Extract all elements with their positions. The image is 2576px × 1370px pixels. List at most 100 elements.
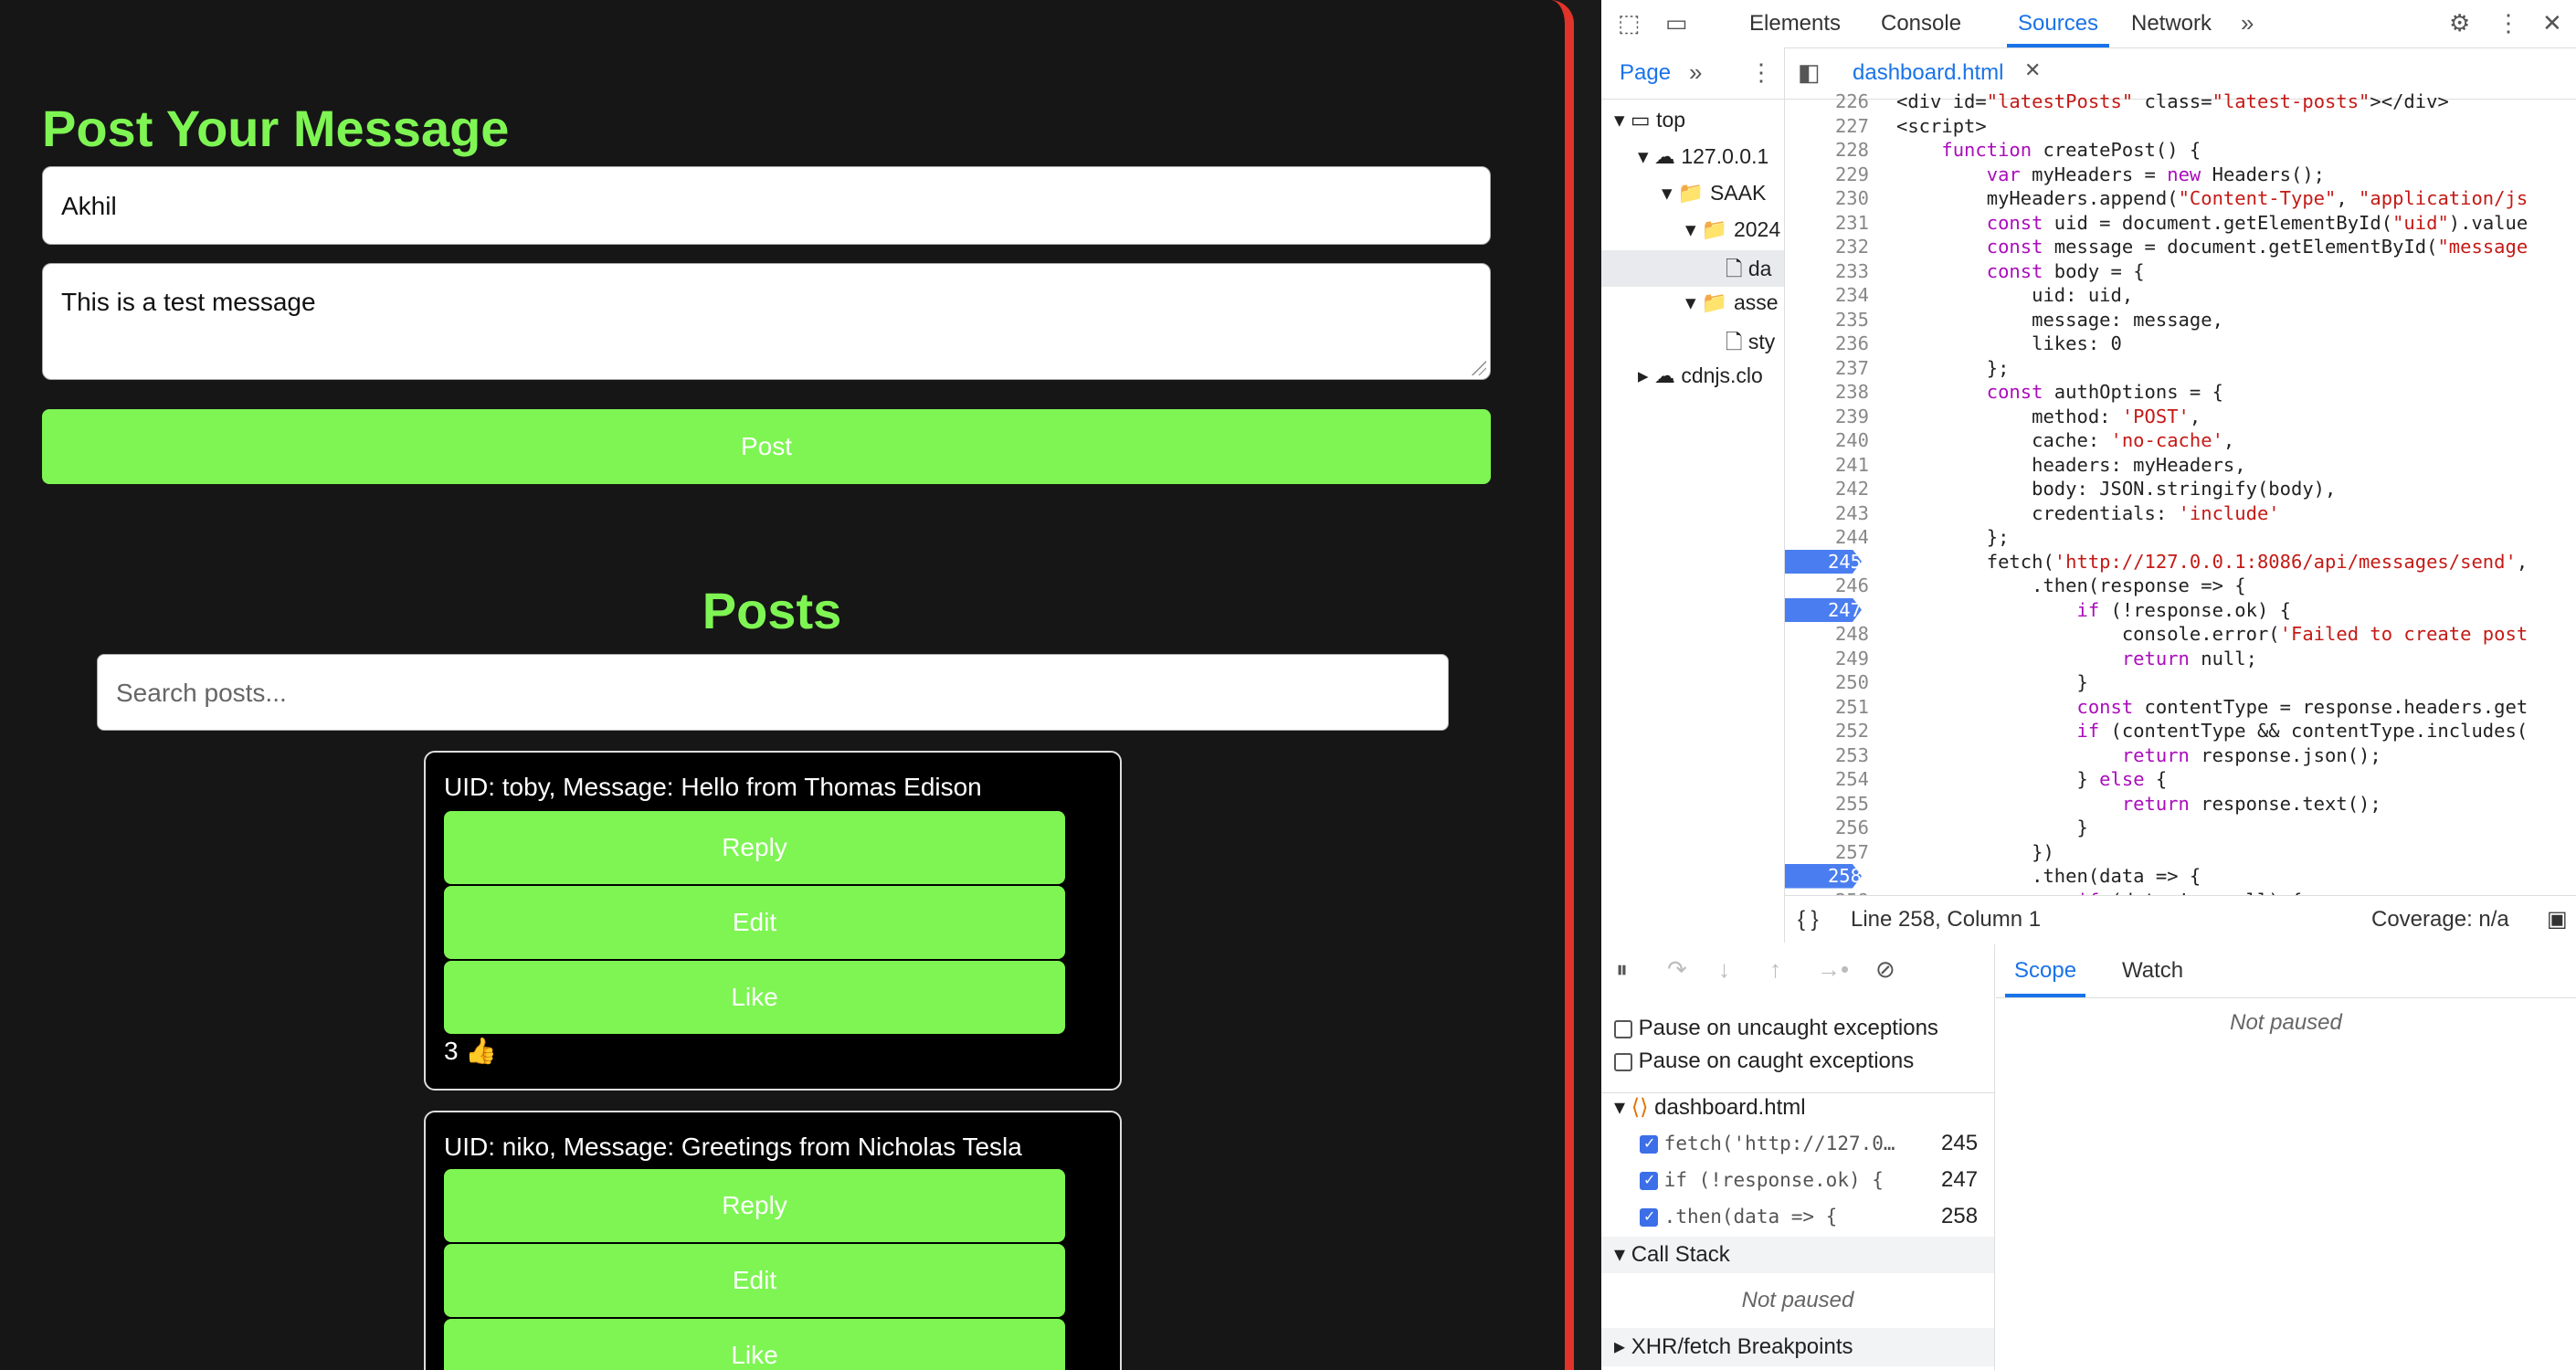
- file-tab[interactable]: dashboard.html: [1853, 60, 2003, 86]
- step-into-icon[interactable]: ↓: [1718, 955, 1730, 984]
- breakpoint-file[interactable]: ▾ ⟨⟩ dashboard.html: [1614, 1094, 2007, 1121]
- tree-item-folder[interactable]: ▾ 📁 2024: [1685, 217, 1780, 242]
- line-number[interactable]: 254: [1785, 767, 1869, 792]
- step-icon[interactable]: →•: [1817, 955, 1849, 984]
- cursor-position: Line 258, Column 1: [1851, 907, 2042, 932]
- edit-button[interactable]: Edit: [444, 886, 1065, 959]
- tree-item-folder[interactable]: ▾ 📁 SAAK: [1662, 181, 1766, 206]
- call-stack-header[interactable]: ▾ Call Stack: [1601, 1237, 1994, 1273]
- code-line: myHeaders.append("Content-Type", "applic…: [1896, 187, 2528, 209]
- tab-page[interactable]: Page: [1620, 60, 1671, 86]
- breakpoint-row[interactable]: fetch('http://127.0…245: [1640, 1131, 2032, 1156]
- line-number[interactable]: 253: [1785, 743, 1869, 768]
- post-text: UID: toby, Message: Hello from Thomas Ed…: [444, 773, 982, 801]
- line-number[interactable]: 235: [1785, 308, 1869, 332]
- line-number[interactable]: 255: [1785, 792, 1869, 817]
- close-icon[interactable]: ✕: [2024, 58, 2041, 82]
- line-number[interactable]: 231: [1785, 211, 1869, 236]
- line-number[interactable]: 256: [1785, 816, 1869, 840]
- line-number[interactable]: 239: [1785, 405, 1869, 429]
- line-number[interactable]: 243: [1785, 501, 1869, 526]
- kebab-menu-icon[interactable]: ⋮: [2497, 9, 2520, 37]
- breakpoint-line-number[interactable]: 245: [1785, 549, 1862, 574]
- line-number[interactable]: 238: [1785, 380, 1869, 405]
- line-number[interactable]: 249: [1785, 647, 1869, 671]
- line-number[interactable]: 229: [1785, 163, 1869, 187]
- close-icon[interactable]: ✕: [2542, 9, 2562, 37]
- code-line: var myHeaders = new Headers();: [1986, 163, 2326, 185]
- line-number[interactable]: 236: [1785, 332, 1869, 356]
- deactivate-breakpoints-icon[interactable]: ⊘: [1875, 955, 1895, 984]
- line-number[interactable]: 226: [1785, 90, 1869, 114]
- code-line: headers: myHeaders,: [1896, 453, 2246, 476]
- line-number[interactable]: 246: [1785, 574, 1869, 598]
- code-editor[interactable]: ◧ dashboard.html ✕ 226 <div id="latestPos…: [1785, 47, 2576, 895]
- toggle-drawer-icon[interactable]: ▣: [2547, 896, 2568, 943]
- xhr-breakpoints-header[interactable]: ▸ XHR/fetch Breakpoints: [1601, 1328, 1994, 1366]
- checkbox[interactable]: [1614, 1019, 1632, 1038]
- checkbox[interactable]: [1640, 1207, 1658, 1227]
- toggle-navigator-icon[interactable]: ◧: [1798, 58, 1821, 87]
- pause-caught-row[interactable]: Pause on caught exceptions: [1614, 1049, 2007, 1074]
- line-number[interactable]: 230: [1785, 186, 1869, 211]
- breakpoint-row[interactable]: .then(data => {258: [1640, 1204, 2032, 1229]
- more-tabs-icon[interactable]: »: [2241, 9, 2254, 37]
- reply-button[interactable]: Reply: [444, 1169, 1065, 1242]
- line-number[interactable]: 244: [1785, 525, 1869, 550]
- tab-sources[interactable]: Sources: [2007, 0, 2110, 47]
- tab-console[interactable]: Console: [1881, 0, 1961, 47]
- checkbox[interactable]: [1640, 1134, 1658, 1154]
- line-number[interactable]: 240: [1785, 428, 1869, 453]
- breakpoint-row[interactable]: if (!response.ok) {247: [1640, 1167, 2032, 1193]
- line-number[interactable]: 259: [1785, 889, 1869, 896]
- tree-item-file-selected[interactable]: 🗋 da: [1601, 250, 1784, 287]
- line-number[interactable]: 257: [1785, 840, 1869, 865]
- breakpoint-line-number[interactable]: 258: [1785, 864, 1862, 889]
- uid-input[interactable]: Akhil: [42, 166, 1491, 245]
- tab-network[interactable]: Network: [2131, 0, 2212, 47]
- line-number[interactable]: 233: [1785, 259, 1869, 284]
- line-number[interactable]: 227: [1785, 114, 1869, 139]
- tab-scope[interactable]: Scope: [2005, 944, 2086, 997]
- line-number[interactable]: 252: [1785, 719, 1869, 743]
- pause-uncaught-row[interactable]: Pause on uncaught exceptions: [1614, 1016, 2007, 1041]
- pause-icon[interactable]: ⏸: [1616, 955, 1628, 985]
- line-number[interactable]: 251: [1785, 695, 1869, 720]
- message-textarea[interactable]: This is a test message: [42, 263, 1491, 380]
- like-button[interactable]: Like: [444, 961, 1065, 1034]
- reply-button[interactable]: Reply: [444, 811, 1065, 884]
- line-number[interactable]: 232: [1785, 235, 1869, 259]
- gear-icon[interactable]: ⚙: [2449, 9, 2470, 37]
- kebab-menu-icon[interactable]: ⋮: [1749, 58, 1773, 87]
- tree-item-host[interactable]: ▾ ☁ 127.0.0.1: [1638, 144, 1768, 169]
- line-number[interactable]: 237: [1785, 356, 1869, 381]
- line-number[interactable]: 228: [1785, 138, 1869, 163]
- resize-handle-icon[interactable]: [1472, 361, 1486, 375]
- like-button[interactable]: Like: [444, 1319, 1065, 1370]
- tab-watch[interactable]: Watch: [2122, 944, 2183, 997]
- code-line: } else {: [1896, 768, 2168, 790]
- devtools-panel: ⬚ ▭ Elements Console Sources Network » ⚙…: [1601, 0, 2576, 1370]
- line-number[interactable]: 242: [1785, 477, 1869, 501]
- checkbox[interactable]: [1640, 1171, 1658, 1190]
- tab-elements[interactable]: Elements: [1749, 0, 1841, 47]
- post-button[interactable]: Post: [42, 409, 1491, 484]
- tree-item-top[interactable]: ▾ ▭ top: [1614, 108, 1685, 132]
- device-toolbar-icon[interactable]: ▭: [1665, 9, 1688, 37]
- edit-button[interactable]: Edit: [444, 1244, 1065, 1317]
- line-number[interactable]: 234: [1785, 283, 1869, 308]
- inspect-element-icon[interactable]: ⬚: [1618, 9, 1641, 37]
- checkbox[interactable]: [1614, 1052, 1632, 1071]
- format-icon[interactable]: { }: [1798, 896, 1819, 943]
- line-number[interactable]: 241: [1785, 453, 1869, 478]
- tree-item-host[interactable]: ▸ ☁ cdnjs.clo: [1638, 364, 1763, 388]
- line-number[interactable]: 250: [1785, 670, 1869, 695]
- tree-item-file[interactable]: 🗋 sty: [1726, 327, 1775, 363]
- more-tabs-icon[interactable]: »: [1689, 58, 1702, 87]
- step-over-icon[interactable]: ↷: [1667, 955, 1687, 984]
- line-number[interactable]: 248: [1785, 622, 1869, 647]
- search-input[interactable]: Search posts...: [97, 654, 1449, 731]
- breakpoint-line-number[interactable]: 247: [1785, 597, 1862, 622]
- tree-item-folder[interactable]: ▾ 📁 asse: [1685, 290, 1779, 315]
- step-out-icon[interactable]: ↑: [1769, 955, 1781, 984]
